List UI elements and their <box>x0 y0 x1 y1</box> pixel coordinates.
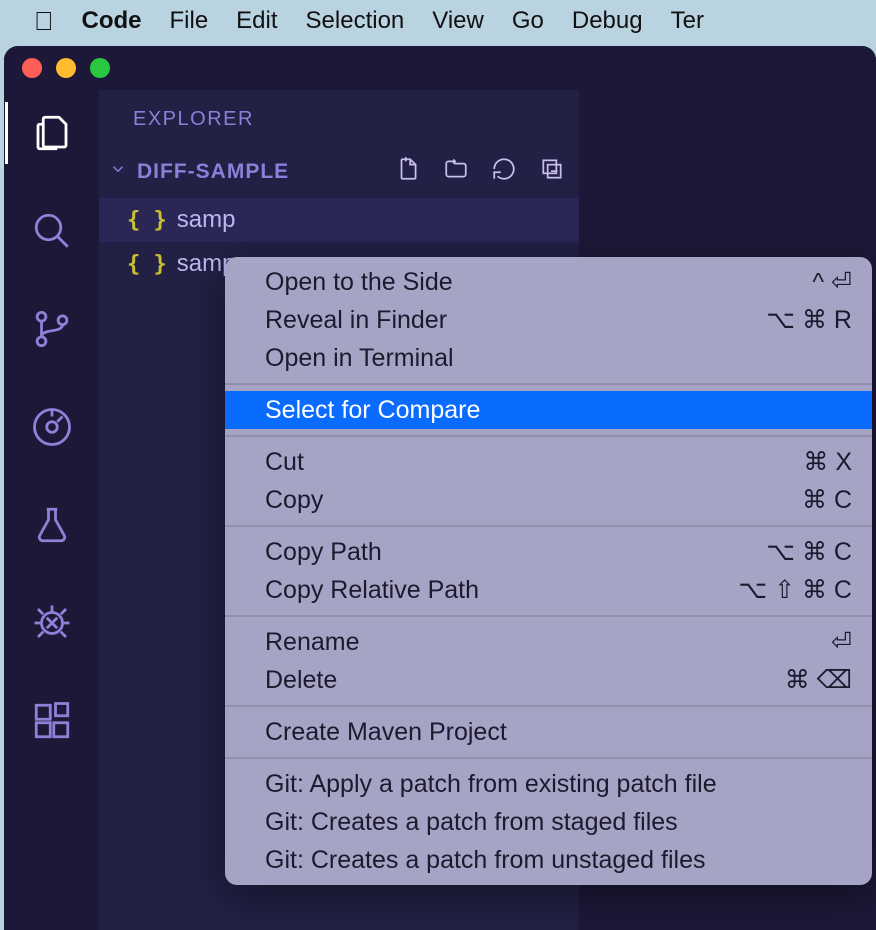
activity-explorer[interactable] <box>27 108 77 158</box>
search-icon <box>31 210 73 252</box>
file-item[interactable]: { } samp <box>99 198 579 242</box>
activity-bar <box>4 90 99 930</box>
menu-item[interactable]: Git: Creates a patch from staged files <box>225 803 872 841</box>
menu-item[interactable]: Open in Terminal <box>225 339 872 377</box>
files-icon <box>31 112 73 154</box>
folder-actions <box>395 156 565 188</box>
mac-menubar:  Code File Edit Selection View Go Debug… <box>0 0 876 42</box>
menubar-file[interactable]: File <box>170 7 209 35</box>
file-name: samp <box>177 206 236 234</box>
menu-item[interactable]: Git: Apply a patch from existing patch f… <box>225 765 872 803</box>
chevron-down-icon <box>109 160 127 184</box>
menu-item-label: Open in Terminal <box>265 344 454 373</box>
menu-item[interactable]: Copy Path ⌥ ⌘ C <box>225 533 872 571</box>
menu-item-label: Rename <box>265 628 360 657</box>
menu-item[interactable]: Git: Creates a patch from unstaged files <box>225 841 872 879</box>
menu-item-shortcut: ^ ⏎ <box>812 267 852 297</box>
activity-search[interactable] <box>27 206 77 256</box>
menubar-debug[interactable]: Debug <box>572 7 643 35</box>
gitlens-icon <box>31 406 73 448</box>
menu-item-label: Delete <box>265 666 337 695</box>
activity-gitlens[interactable] <box>27 402 77 452</box>
window-titlebar <box>4 46 876 90</box>
menu-item-label: Copy Relative Path <box>265 576 479 605</box>
activity-extensions[interactable] <box>27 696 77 746</box>
extensions-icon <box>31 700 73 742</box>
context-menu: Open to the Side ^ ⏎ Reveal in Finder ⌥ ⌘ R… <box>225 257 872 885</box>
activity-source-control[interactable] <box>27 304 77 354</box>
menu-separator <box>225 435 872 437</box>
window-maximize-button[interactable] <box>90 58 110 78</box>
menu-item-label: Reveal in Finder <box>265 306 447 335</box>
menu-item[interactable]: Cut ⌘ X <box>225 443 872 481</box>
menubar-app-name[interactable]: Code <box>82 7 142 35</box>
new-file-icon[interactable] <box>395 156 421 188</box>
menu-item-shortcut: ⏎ <box>831 627 852 657</box>
menu-item-label: Git: Apply a patch from existing patch f… <box>265 770 717 799</box>
menu-item[interactable]: Open to the Side ^ ⏎ <box>225 263 872 301</box>
menubar-selection[interactable]: Selection <box>306 7 405 35</box>
refresh-icon[interactable] <box>491 156 517 188</box>
folder-name: DIFF-SAMPLE <box>137 160 289 184</box>
collapse-all-icon[interactable] <box>539 156 565 188</box>
explorer-title: EXPLORER <box>99 90 579 148</box>
menubar-go[interactable]: Go <box>512 7 544 35</box>
menu-item-label: Git: Creates a patch from staged files <box>265 808 678 837</box>
activity-run-debug[interactable] <box>27 598 77 648</box>
bug-icon <box>31 602 73 644</box>
menubar-terminal-truncated[interactable]: Ter <box>671 7 704 35</box>
beaker-icon <box>31 504 73 546</box>
menubar-edit[interactable]: Edit <box>236 7 277 35</box>
folder-header[interactable]: DIFF-SAMPLE <box>99 148 579 196</box>
menu-separator <box>225 705 872 707</box>
menu-item-label: Copy Path <box>265 538 382 567</box>
menu-item-shortcut: ⌘ ⌫ <box>785 665 852 695</box>
menu-item-shortcut: ⌥ ⌘ C <box>766 537 852 567</box>
new-folder-icon[interactable] <box>443 156 469 188</box>
menu-item-label: Open to the Side <box>265 268 453 297</box>
apple-logo-icon[interactable]:  <box>34 6 54 37</box>
menu-item[interactable]: Delete ⌘ ⌫ <box>225 661 872 699</box>
window-minimize-button[interactable] <box>56 58 76 78</box>
git-branch-icon <box>31 308 73 350</box>
menu-item-label: Copy <box>265 486 323 515</box>
menu-separator <box>225 525 872 527</box>
menu-item-label: Cut <box>265 448 304 477</box>
window-close-button[interactable] <box>22 58 42 78</box>
menu-item[interactable]: Copy Relative Path ⌥ ⇧ ⌘ C <box>225 571 872 609</box>
json-file-icon: { } <box>127 208 167 233</box>
menu-item-label: Git: Creates a patch from unstaged files <box>265 846 706 875</box>
menu-item[interactable]: Rename ⏎ <box>225 623 872 661</box>
menu-separator <box>225 615 872 617</box>
menu-item-label: Select for Compare <box>265 396 480 425</box>
menu-item[interactable]: Reveal in Finder ⌥ ⌘ R <box>225 301 872 339</box>
menu-item-label: Create Maven Project <box>265 718 507 747</box>
menu-item[interactable]: Copy ⌘ C <box>225 481 872 519</box>
menu-item-shortcut: ⌥ ⇧ ⌘ C <box>738 575 852 605</box>
menubar-view[interactable]: View <box>432 7 484 35</box>
activity-testing[interactable] <box>27 500 77 550</box>
menu-item[interactable]: Select for Compare <box>225 391 872 429</box>
menu-separator <box>225 383 872 385</box>
menu-separator <box>225 757 872 759</box>
menu-item[interactable]: Create Maven Project <box>225 713 872 751</box>
menu-item-shortcut: ⌥ ⌘ R <box>766 305 852 335</box>
json-file-icon: { } <box>127 252 167 277</box>
menu-item-shortcut: ⌘ C <box>802 485 852 515</box>
menu-item-shortcut: ⌘ X <box>803 447 852 477</box>
